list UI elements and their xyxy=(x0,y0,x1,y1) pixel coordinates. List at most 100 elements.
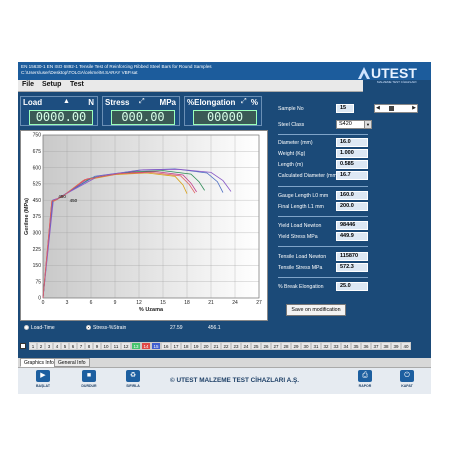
report-button-label: RAPOR xyxy=(358,384,372,388)
sample-toggle[interactable]: 19 xyxy=(191,342,201,350)
radio-stress-strain-circle[interactable] xyxy=(86,325,91,330)
sample-toggle[interactable]: 37 xyxy=(371,342,381,350)
y-tick-label: 750 xyxy=(33,133,42,139)
chart-options: Load-Time Stress-%Strain 27.59 456.1 xyxy=(20,324,268,334)
yield-annotation: 450 xyxy=(58,194,66,199)
stress-meter-label: Stress xyxy=(105,98,130,107)
steel-class-select[interactable]: S420 ▼ xyxy=(336,120,372,129)
radio-load-time-circle[interactable] xyxy=(24,325,29,330)
elongation-meter-label: %Elongation xyxy=(187,98,236,107)
select-all-checkbox[interactable] xyxy=(20,343,26,349)
length-field[interactable]: 0.585 xyxy=(336,160,368,169)
sample-toggle[interactable]: 4 xyxy=(53,342,61,350)
menu-test[interactable]: Test xyxy=(70,81,84,88)
sample-no-slider[interactable]: ◀ ▶ xyxy=(374,104,418,113)
sample-toggle[interactable]: 31 xyxy=(311,342,321,350)
load-meter: Load ▲ N 0000.00 xyxy=(20,96,98,126)
sample-toggle[interactable]: 25 xyxy=(251,342,261,350)
slider-left-arrow-icon[interactable]: ◀ xyxy=(376,105,380,112)
exit-button-label: KAPAT xyxy=(401,384,413,388)
sample-toggle[interactable]: 10 xyxy=(101,342,111,350)
gauge-length-label: Gauge Length L0 mm xyxy=(278,193,329,199)
calc-diameter-field: 16.7 xyxy=(336,171,368,180)
menu-file[interactable]: File xyxy=(22,81,34,88)
sample-toggle[interactable]: 5 xyxy=(61,342,69,350)
y-tick-label: 600 xyxy=(33,165,42,171)
sample-toggle[interactable]: 28 xyxy=(281,342,291,350)
sample-toggle[interactable]: 36 xyxy=(361,342,371,350)
chevron-down-icon[interactable]: ▼ xyxy=(364,121,371,128)
sample-toggle[interactable]: 1 xyxy=(29,342,37,350)
break-elongation-field: 25.0 xyxy=(336,282,368,291)
final-length-field[interactable]: 200.0 xyxy=(336,202,368,211)
sample-toggle[interactable]: 30 xyxy=(301,342,311,350)
sample-toggle[interactable]: 8 xyxy=(85,342,93,350)
tab-graphics-info[interactable]: Graphics Info xyxy=(20,358,58,367)
sample-toggle[interactable]: 32 xyxy=(321,342,331,350)
save-on-modification-button[interactable]: Save on modification xyxy=(286,304,346,316)
length-label: Length (m) xyxy=(278,162,304,168)
reset-button-label: SIFIRLA xyxy=(126,384,140,388)
sample-toggle[interactable]: 6 xyxy=(69,342,77,350)
sample-toggle[interactable]: 40 xyxy=(401,342,411,350)
sample-toggle[interactable]: 9 xyxy=(93,342,101,350)
report-button[interactable]: ⎙ RAPOR xyxy=(354,370,376,392)
tensile-stress-label: Tensile Stress MPa xyxy=(278,265,323,271)
stop-button[interactable]: ■ DURDUR xyxy=(78,370,100,392)
weight-field[interactable]: 1.000 xyxy=(336,149,368,158)
slider-right-arrow-icon[interactable]: ▶ xyxy=(412,105,416,112)
sample-toggle[interactable]: 27 xyxy=(271,342,281,350)
sample-toggle[interactable]: 22 xyxy=(221,342,231,350)
sample-toggle[interactable]: 12 xyxy=(121,342,131,350)
sample-toggle[interactable]: 39 xyxy=(391,342,401,350)
chart-svg: 0 3 6 9 12 15 18 21 24 27 0 75 150 225 300 375 450 525 600… xyxy=(24,133,262,313)
sample-toggle[interactable]: 34 xyxy=(341,342,351,350)
sample-toggle[interactable]: 26 xyxy=(261,342,271,350)
sample-toggle[interactable]: 16 xyxy=(161,342,171,350)
slider-thumb[interactable] xyxy=(389,106,394,111)
sample-toggle[interactable]: 38 xyxy=(381,342,391,350)
sample-toggle[interactable]: 14 xyxy=(141,342,151,350)
bottom-toolbar: ▶ BAŞLAT ■ DURDUR ♻ SIFIRLA © UTEST MALZ… xyxy=(18,367,431,394)
reset-button[interactable]: ♻ SIFIRLA xyxy=(122,370,144,392)
diameter-field[interactable]: 16.0 xyxy=(336,138,368,147)
sample-toggle[interactable]: 21 xyxy=(211,342,221,350)
yield-annotation: 450 xyxy=(70,198,78,203)
sample-toggle[interactable]: 18 xyxy=(181,342,191,350)
gauge-length-field[interactable]: 160.0 xyxy=(336,191,368,200)
load-display: 0000.00 xyxy=(29,110,93,125)
sample-toggle[interactable]: 7 xyxy=(77,342,85,350)
sample-toggle[interactable]: 2 xyxy=(37,342,45,350)
menu-setup[interactable]: Setup xyxy=(42,81,61,88)
sample-toggle[interactable]: 13 xyxy=(131,342,141,350)
divider xyxy=(278,246,368,247)
sample-toggle[interactable]: 11 xyxy=(111,342,121,350)
menu-bar: File Setup Test xyxy=(18,80,363,92)
radio-stress-strain[interactable]: Stress-%Strain xyxy=(86,325,126,331)
y-tick-label: 300 xyxy=(33,231,42,237)
sample-toggle[interactable]: 20 xyxy=(201,342,211,350)
sample-toggle[interactable]: 33 xyxy=(331,342,341,350)
sample-toggle[interactable]: 35 xyxy=(351,342,361,350)
stress-display: 000.00 xyxy=(111,110,175,125)
tab-general-info[interactable]: General Info xyxy=(54,358,90,367)
exit-button[interactable]: ⏻ KAPAT xyxy=(396,370,418,392)
x-tick-label: 3 xyxy=(66,300,69,306)
x-axis-label: % Uzama xyxy=(139,307,164,313)
sample-toggle[interactable]: 24 xyxy=(241,342,251,350)
start-button[interactable]: ▶ BAŞLAT xyxy=(32,370,54,392)
steel-class-value: S420 xyxy=(339,121,352,127)
sample-toggle[interactable]: 3 xyxy=(45,342,53,350)
yield-load-field: 98446 xyxy=(336,221,368,230)
sample-toggle[interactable]: 29 xyxy=(291,342,301,350)
divider xyxy=(278,277,368,278)
stress-strain-chart[interactable]: 0 3 6 9 12 15 18 21 24 27 0 75 150 225 300 375 450 525 600… xyxy=(20,130,268,321)
load-meter-unit: N xyxy=(88,98,94,107)
sample-toggle[interactable]: 23 xyxy=(231,342,241,350)
stress-icon: ⤢ xyxy=(139,98,145,105)
sample-toggle[interactable]: 17 xyxy=(171,342,181,350)
final-length-label: Final Length L1 mm xyxy=(278,204,324,210)
sample-toggle[interactable]: 15 xyxy=(151,342,161,350)
radio-load-time[interactable]: Load-Time xyxy=(24,325,55,331)
sample-no-field[interactable]: 15 xyxy=(336,104,354,113)
